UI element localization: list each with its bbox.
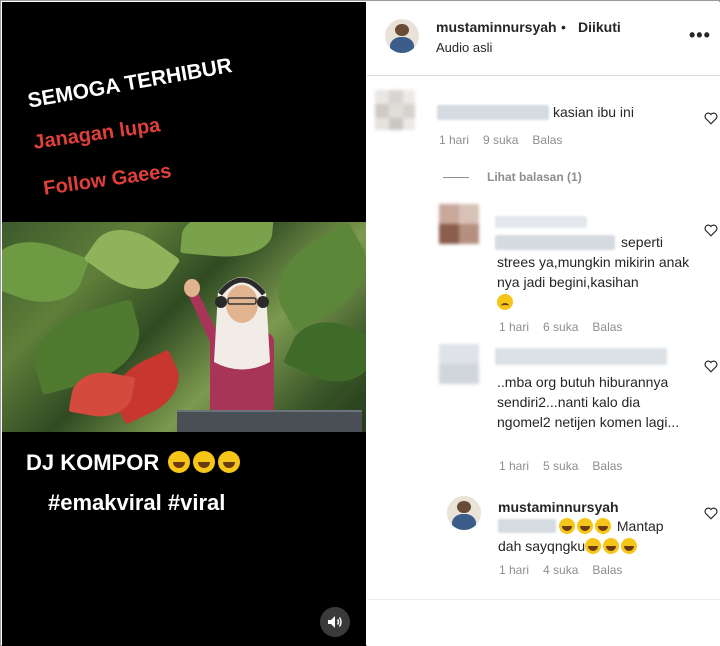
post-header: mustaminnursyah • Diikuti Audio asli ••• (367, 2, 720, 76)
blurred-mention (498, 519, 556, 533)
replies-divider (443, 177, 469, 178)
video-caption-line2: Janagan lupa (32, 114, 162, 154)
reply-likes[interactable]: 6 suka (543, 320, 578, 334)
header-username[interactable]: mustaminnursyah (436, 19, 557, 35)
reply-text-body: Mantap (616, 518, 664, 534)
avatar[interactable] (439, 204, 479, 244)
video-caption-line3: Follow Gaees (42, 160, 173, 200)
reply-meta: 1 hari 5 suka Balas (499, 459, 636, 473)
reply-time: 1 hari (499, 320, 530, 334)
grinning-emoji-icon (621, 538, 638, 554)
heart-icon[interactable] (704, 112, 718, 125)
heart-icon[interactable] (704, 360, 718, 373)
reply-likes[interactable]: 5 suka (543, 459, 578, 473)
sad-face-emoji-icon (497, 294, 513, 310)
video-dj-text: DJ KOMPOR (26, 450, 241, 476)
reply-text: Mantap (559, 516, 664, 536)
video-hashtags: #emakviral #viral (48, 490, 226, 515)
speaker-icon (328, 616, 342, 628)
grinning-emoji-icon (585, 538, 602, 554)
heart-icon[interactable] (704, 507, 718, 520)
follow-status-button[interactable]: Diikuti (578, 19, 621, 35)
video-frame-image (2, 222, 366, 432)
woman-figure (184, 277, 274, 432)
reply-text: strees ya,mungkin mikirin anak nya jadi … (497, 252, 697, 312)
view-replies-button[interactable]: Lihat balasan (1) (487, 170, 582, 184)
blurred-username (495, 216, 587, 228)
comment-text: kasian ibu ini (553, 104, 634, 120)
reply-button[interactable]: Balas (592, 563, 622, 577)
grinning-emoji-icon (603, 538, 620, 554)
reply-button[interactable]: Balas (592, 459, 622, 473)
reply-button[interactable]: Balas (592, 320, 622, 334)
reply-meta: 1 hari 4 suka Balas (499, 563, 636, 577)
header-separator: • (561, 19, 566, 35)
dj-text-label: DJ KOMPOR (26, 450, 160, 475)
comment-meta: 1 hari 9 suka Balas (439, 133, 576, 147)
reply-meta: 1 hari 6 suka Balas (499, 320, 636, 334)
laughing-emoji-icon (168, 451, 191, 473)
reply-button[interactable]: Balas (532, 133, 562, 147)
blurred-mention (495, 235, 615, 250)
laughing-emoji-icon (218, 451, 241, 473)
avatar[interactable] (439, 344, 479, 384)
video-caption-line1: SEMOGA TERHIBUR (26, 54, 234, 113)
grinning-emoji-icon (559, 518, 575, 534)
blurred-username (495, 348, 667, 365)
reply-text-body: strees ya,mungkin mikirin anak nya jadi … (497, 254, 690, 290)
divider (367, 599, 720, 600)
reply-text: seperti (621, 234, 664, 250)
heart-icon[interactable] (704, 224, 718, 237)
comment-likes[interactable]: 9 suka (483, 133, 518, 147)
video-player[interactable]: SEMOGA TERHIBUR Janagan lupa Follow Gaee… (2, 2, 366, 646)
comments-panel: mustaminnursyah • Diikuti Audio asli •••… (367, 2, 720, 646)
laughing-emoji-icon (193, 451, 216, 473)
dj-mixer-desk (177, 410, 362, 432)
reply-text-body: dah sayqngku (498, 538, 586, 554)
grinning-emoji-icon (595, 518, 611, 534)
reply-time: 1 hari (499, 563, 530, 577)
audio-label[interactable]: Audio asli (436, 40, 492, 55)
comment-time: 1 hari (439, 133, 470, 147)
blurred-username (437, 105, 549, 120)
more-options-icon[interactable]: ••• (689, 26, 711, 44)
reply-time: 1 hari (499, 459, 530, 473)
avatar[interactable] (385, 19, 419, 53)
reply-username[interactable]: mustaminnursyah (498, 497, 619, 517)
post-window: SEMOGA TERHIBUR Janagan lupa Follow Gaee… (0, 0, 720, 646)
reply-likes[interactable]: 4 suka (543, 563, 578, 577)
sound-toggle-button[interactable] (320, 607, 350, 637)
avatar[interactable] (447, 496, 481, 530)
avatar[interactable] (375, 90, 415, 130)
grinning-emoji-icon (577, 518, 593, 534)
reply-text: ..mba org butuh hiburannya sendiri2...na… (497, 374, 680, 430)
reply-text: dah sayqngku (498, 536, 639, 556)
